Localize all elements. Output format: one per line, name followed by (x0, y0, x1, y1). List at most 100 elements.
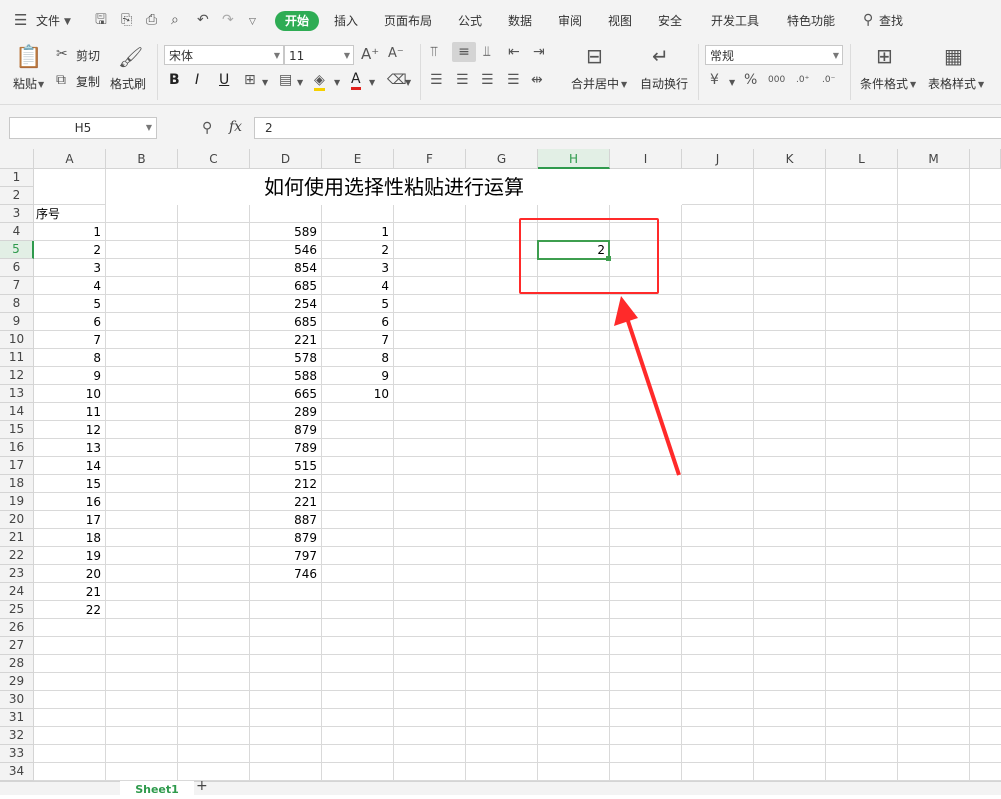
export-icon[interactable]: ⎘ (121, 12, 132, 28)
cell-e5[interactable]: 2 (322, 241, 393, 259)
menu-tab-9[interactable]: 特色功能 (787, 11, 835, 31)
cell-d12[interactable]: 588 (250, 367, 321, 385)
cell-a6[interactable]: 3 (34, 259, 105, 277)
column-header-k[interactable]: K (754, 149, 826, 169)
cell-d13[interactable]: 665 (250, 385, 321, 403)
hamburger-menu-icon[interactable]: ☰ (14, 12, 27, 28)
align-bottom-icon[interactable]: ⫫ (483, 44, 491, 60)
conditional-format-icon[interactable]: ⊞ (876, 45, 893, 67)
copy-icon[interactable]: ⧉ (56, 72, 66, 88)
search-icon[interactable]: ⚲ (863, 12, 873, 28)
cell-a24[interactable]: 21 (34, 583, 105, 601)
row-header-2[interactable]: 2 (0, 187, 34, 205)
cell-a3[interactable]: 序号 (36, 205, 106, 223)
copy-button[interactable]: 复制 (76, 73, 100, 90)
paste-icon[interactable]: 📋 (15, 46, 42, 70)
row-header-33[interactable]: 33 (0, 745, 34, 763)
format-painter-icon[interactable]: 🖌 (118, 46, 143, 68)
cell-e10[interactable]: 7 (322, 331, 393, 349)
bold-icon[interactable]: B (169, 72, 180, 88)
menu-tab-1[interactable]: 插入 (334, 11, 358, 31)
cell-e8[interactable]: 5 (322, 295, 393, 313)
chevron-down-icon[interactable]: ▼ (146, 118, 152, 138)
cell-d15[interactable]: 879 (250, 421, 321, 439)
sheet-title-cell[interactable]: 如何使用选择性粘贴进行运算 (106, 169, 682, 205)
print-preview-icon[interactable]: ⌕ (171, 12, 179, 28)
add-sheet-button[interactable]: + (196, 778, 208, 794)
zoom-formula-icon[interactable]: ⚲ (202, 120, 212, 136)
row-header-16[interactable]: 16 (0, 439, 34, 457)
cell-e6[interactable]: 3 (322, 259, 393, 277)
column-header-i[interactable]: I (610, 149, 682, 169)
search-menu[interactable]: 查找 (879, 11, 903, 31)
chevron-down-icon[interactable]: ▼ (910, 77, 916, 93)
menu-tab-8[interactable]: 开发工具 (711, 11, 759, 31)
table-style-button[interactable]: 表格样式 (928, 75, 976, 92)
cell-d23[interactable]: 746 (250, 565, 321, 583)
cell-a25[interactable]: 22 (34, 601, 105, 619)
row-header-5[interactable]: 5 (0, 241, 34, 259)
row-header-9[interactable]: 9 (0, 313, 34, 331)
column-header-f[interactable]: F (394, 149, 466, 169)
font-name-select[interactable]: 宋体 ▼ (164, 45, 284, 65)
row-header-20[interactable]: 20 (0, 511, 34, 529)
column-header-g[interactable]: G (466, 149, 538, 169)
cell-a5[interactable]: 2 (34, 241, 105, 259)
column-header-d[interactable]: D (250, 149, 322, 169)
cell-e9[interactable]: 6 (322, 313, 393, 331)
row-header-6[interactable]: 6 (0, 259, 34, 277)
row-header-29[interactable]: 29 (0, 673, 34, 691)
row-header-24[interactable]: 24 (0, 583, 34, 601)
file-menu[interactable]: 文件 (36, 11, 60, 31)
redo-icon[interactable]: ↷ (222, 12, 234, 28)
number-format-select[interactable]: 常规 ▼ (705, 45, 843, 65)
cell-a16[interactable]: 13 (34, 439, 105, 457)
cell-d7[interactable]: 685 (250, 277, 321, 295)
italic-icon[interactable]: I (195, 72, 199, 88)
row-header-1[interactable]: 1 (0, 169, 34, 187)
currency-icon[interactable]: ¥ (710, 72, 719, 88)
chevron-down-icon[interactable]: ▼ (297, 75, 303, 91)
column-header-h[interactable]: H (538, 149, 610, 169)
menu-tab-4[interactable]: 数据 (508, 11, 532, 31)
underline-icon[interactable]: U (219, 72, 229, 88)
align-right-icon[interactable]: ☰ (481, 72, 494, 88)
cell-e12[interactable]: 9 (322, 367, 393, 385)
column-header-e[interactable]: E (322, 149, 394, 169)
cut-button[interactable]: 剪切 (76, 47, 100, 64)
percent-icon[interactable]: % (744, 72, 757, 88)
align-top-icon[interactable]: ⫪ (430, 44, 438, 60)
menu-tab-2[interactable]: 页面布局 (384, 11, 432, 31)
chevron-down-icon[interactable]: ▼ (334, 75, 340, 91)
column-header-c[interactable]: C (178, 149, 250, 169)
thousands-separator-icon[interactable]: 000 (768, 72, 785, 88)
menu-tab-5[interactable]: 审阅 (558, 11, 582, 31)
cell-d8[interactable]: 254 (250, 295, 321, 313)
wrap-text-icon[interactable]: ↵ (652, 45, 669, 67)
indent-increase-icon[interactable]: ⇥ (533, 44, 545, 60)
cell-d4[interactable]: 589 (250, 223, 321, 241)
spreadsheet-grid[interactable]: ABCDEFGHIJKLM 1 2 3 4 5 6 7 8 9 10 11 12 13 14 15 16 17 1… (0, 149, 1001, 781)
chevron-down-icon[interactable]: ▼ (262, 75, 268, 91)
cell-a15[interactable]: 12 (34, 421, 105, 439)
cell-a20[interactable]: 17 (34, 511, 105, 529)
cell-a19[interactable]: 16 (34, 493, 105, 511)
row-header-34[interactable]: 34 (0, 763, 34, 781)
increase-font-icon[interactable]: A⁺ (361, 46, 379, 62)
row-header-12[interactable]: 12 (0, 367, 34, 385)
chevron-down-icon[interactable]: ▼ (729, 75, 735, 91)
align-middle-icon[interactable]: ≡ (452, 42, 476, 62)
save-icon[interactable]: 🖫 (95, 12, 107, 28)
decrease-font-icon[interactable]: A⁻ (388, 46, 404, 62)
align-center-icon[interactable]: ☰ (456, 72, 469, 88)
cell-d19[interactable]: 221 (250, 493, 321, 511)
cell-d9[interactable]: 685 (250, 313, 321, 331)
font-size-select[interactable]: 11 ▼ (284, 45, 354, 65)
cell-e11[interactable]: 8 (322, 349, 393, 367)
row-header-22[interactable]: 22 (0, 547, 34, 565)
merge-center-icon[interactable]: ⊟ (586, 45, 603, 67)
cell-a11[interactable]: 8 (34, 349, 105, 367)
cell-d22[interactable]: 797 (250, 547, 321, 565)
chevron-down-icon[interactable]: ▼ (64, 14, 71, 30)
row-header-11[interactable]: 11 (0, 349, 34, 367)
